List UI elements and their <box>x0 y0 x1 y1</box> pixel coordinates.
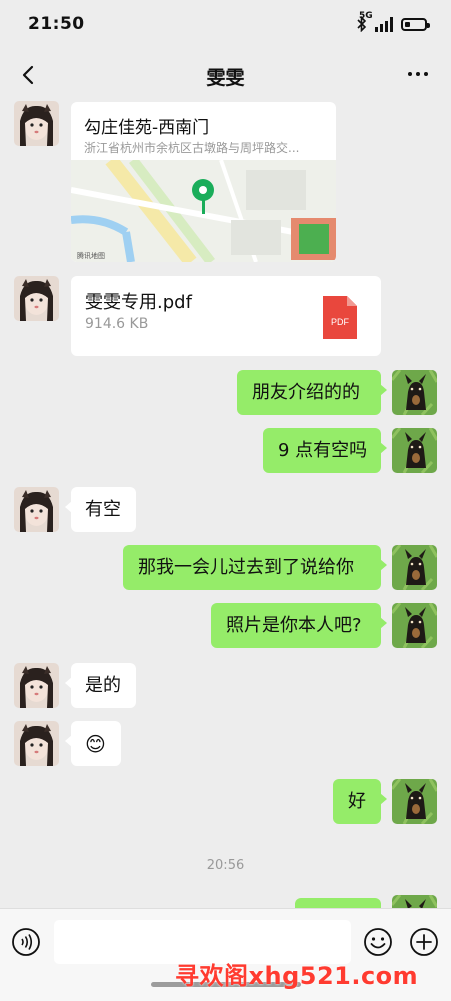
pdf-file-icon: PDF <box>323 296 357 339</box>
contact-avatar[interactable] <box>14 663 59 708</box>
location-address: 浙江省杭州市余杭区古墩路与周坪路交... <box>84 141 300 155</box>
emoji-icon[interactable] <box>363 927 393 957</box>
contact-avatar[interactable] <box>14 101 59 146</box>
message-bubble[interactable]: 是的 <box>65 663 136 708</box>
network-label: 5G <box>359 11 373 21</box>
more-options-icon[interactable] <box>403 64 433 84</box>
message-bubble[interactable]: 那我一会儿过去到了说给你 <box>123 545 387 590</box>
my-avatar[interactable] <box>392 603 437 648</box>
status-icons: 5G <box>357 11 430 32</box>
my-avatar[interactable] <box>392 428 437 473</box>
message-bubble[interactable]: 好 <box>333 779 387 824</box>
map-thumbnail: 腾讯地图 <box>71 160 336 262</box>
signal-icon: 5G <box>359 11 393 32</box>
contact-avatar[interactable] <box>14 276 59 321</box>
message-bubble[interactable]: 朋友介绍的的 <box>237 370 387 415</box>
battery-icon <box>401 17 430 31</box>
message-bubble[interactable]: 9 点有空吗 <box>263 428 387 473</box>
my-avatar[interactable] <box>392 545 437 590</box>
pdf-label: PDF <box>331 317 350 327</box>
my-avatar[interactable] <box>392 895 437 908</box>
location-message[interactable]: 勾庄佳苑-西南门 浙江省杭州市余杭区古墩路与周坪路交... 腾讯地图 <box>71 102 336 262</box>
message-bubble[interactable]: 有空 <box>65 487 136 532</box>
status-time: 21:50 <box>28 14 85 34</box>
emoji-message[interactable]: 😊 <box>65 721 121 766</box>
chat-timestamp: 20:56 <box>206 858 245 873</box>
contact-avatar[interactable] <box>14 721 59 766</box>
chat-header: 雯雯 <box>0 50 451 100</box>
watermark: 寻欢阁xhg521.com <box>175 962 419 990</box>
map-provider-label: 腾讯地图 <box>77 251 105 260</box>
status-bar: 21:50 5G <box>0 0 451 50</box>
my-avatar[interactable] <box>392 370 437 415</box>
file-name: 雯雯专用.pdf <box>85 292 192 313</box>
chat-title: 雯雯 <box>206 67 245 89</box>
contact-avatar[interactable] <box>14 487 59 532</box>
plus-icon[interactable] <box>409 927 439 957</box>
message-bubble-partial[interactable] <box>295 898 387 924</box>
my-avatar[interactable] <box>392 779 437 824</box>
voice-input-icon[interactable] <box>11 927 41 957</box>
file-message[interactable]: 雯雯专用.pdf 914.6 KB PDF <box>71 276 381 356</box>
file-size: 914.6 KB <box>85 316 149 332</box>
location-title: 勾庄佳苑-西南门 <box>84 118 210 138</box>
message-bubble[interactable]: 照片是你本人吧? <box>211 603 387 648</box>
